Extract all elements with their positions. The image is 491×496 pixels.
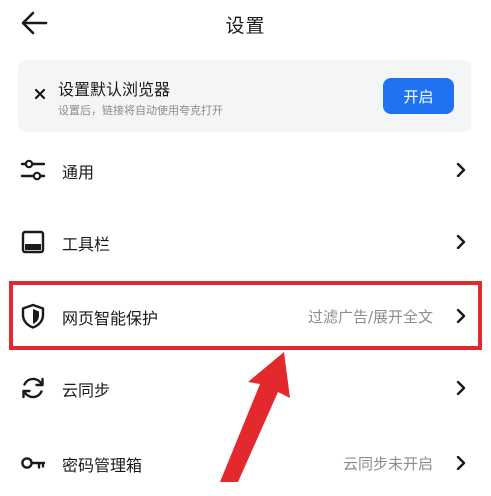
chevron-right-icon: [456, 163, 466, 177]
settings-item-value: 云同步未开启: [342, 455, 433, 473]
banner-close-button[interactable]: [32, 86, 48, 102]
settings-item-label: 云同步: [62, 381, 111, 400]
page-title: 设置: [225, 15, 266, 37]
default-browser-banner: 设置默认浏览器 设置后，链接将自动使用夸克打开 开启: [18, 60, 471, 132]
banner-title: 设置默认浏览器: [58, 80, 171, 99]
enable-button[interactable]: 开启: [383, 78, 454, 114]
settings-item-label: 工具栏: [62, 235, 111, 254]
chevron-right-icon: [456, 456, 466, 470]
sync-icon: [22, 377, 44, 399]
chevron-right-icon: [456, 235, 466, 249]
toolbar-icon: [21, 230, 45, 254]
settings-item-label: 密码管理箱: [62, 456, 143, 475]
close-icon: [34, 88, 46, 100]
banner-subtitle: 设置后，链接将自动使用夸克打开: [58, 104, 223, 117]
sliders-icon: [20, 159, 46, 181]
settings-item-general[interactable]: 通用: [0, 137, 491, 203]
settings-item-toolbar[interactable]: 工具栏: [0, 209, 491, 275]
settings-item-label: 通用: [62, 163, 95, 182]
annotation-arrow-icon: [220, 352, 290, 482]
key-icon: [21, 457, 46, 469]
chevron-right-icon: [456, 381, 466, 395]
highlight-box: [9, 281, 482, 350]
